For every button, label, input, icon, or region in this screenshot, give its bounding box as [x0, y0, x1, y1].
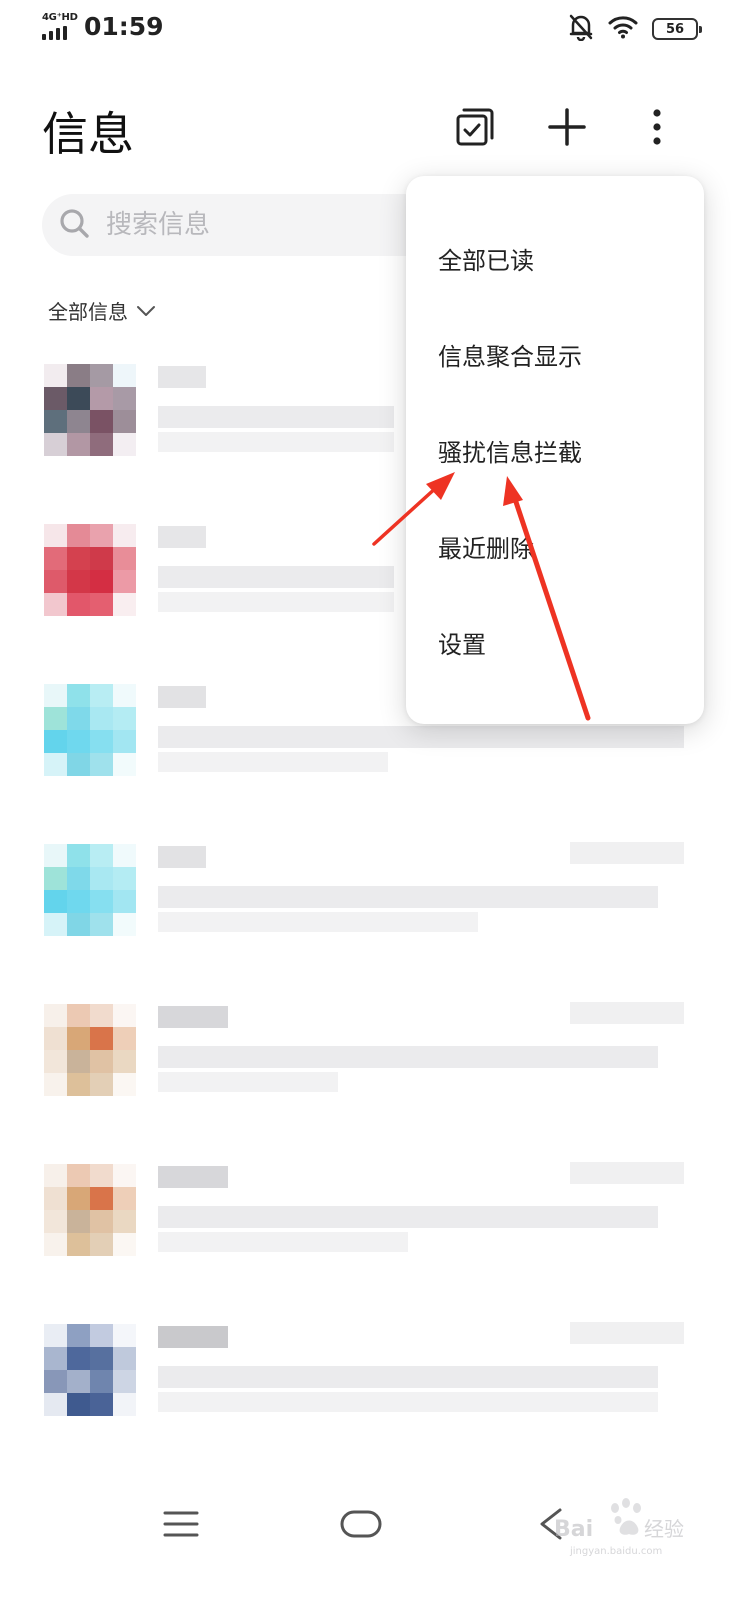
svg-text:经验: 经验: [644, 1517, 684, 1541]
network-type: 4G⁺HD: [42, 12, 78, 23]
overflow-menu: 全部已读 信息聚合显示 骚扰信息拦截 最近删除 设置: [406, 176, 704, 724]
home-button[interactable]: [326, 1498, 396, 1554]
menu-item-settings[interactable]: 设置: [406, 602, 704, 682]
more-options-button[interactable]: [634, 106, 680, 152]
menu-item-label: 设置: [438, 630, 486, 659]
menu-item-recently-deleted[interactable]: 最近删除: [406, 506, 704, 586]
search-icon: [58, 207, 92, 241]
conversation-item[interactable]: [0, 1316, 738, 1446]
conversation-item[interactable]: [0, 1156, 738, 1286]
page-title: 信息: [42, 107, 134, 161]
new-message-button[interactable]: [544, 106, 590, 152]
more-vertical-icon: [651, 107, 663, 151]
menu-item-label: 骚扰信息拦截: [438, 438, 582, 467]
menu-icon: [161, 1509, 201, 1543]
wifi-icon: [608, 15, 638, 43]
avatar: [44, 684, 136, 776]
baidu-logo: Bai 经验 jingyan.baidu.com: [554, 1498, 684, 1557]
menu-item-aggregate-display[interactable]: 信息聚合显示: [406, 314, 704, 394]
conversation-item[interactable]: [0, 996, 738, 1126]
menu-item-mark-all-read[interactable]: 全部已读: [406, 218, 704, 298]
chevron-down-icon: [136, 299, 156, 323]
avatar: [44, 844, 136, 936]
avatar: [44, 364, 136, 456]
baidu-watermark: Bai 经验 jingyan.baidu.com: [548, 1490, 698, 1560]
avatar: [44, 1324, 136, 1416]
avatar: [44, 524, 136, 616]
menu-item-label: 信息聚合显示: [438, 342, 582, 371]
plus-icon: [547, 107, 587, 151]
recent-apps-button[interactable]: [146, 1498, 216, 1554]
avatar: [44, 1004, 136, 1096]
battery-icon: 56: [652, 18, 702, 40]
filter-label: 全部信息: [48, 300, 128, 324]
menu-item-label: 最近删除: [438, 534, 534, 563]
bell-muted-icon: [568, 13, 594, 45]
status-bar: 4G⁺HD 01:59 56: [0, 0, 738, 56]
menu-item-label: 全部已读: [438, 246, 534, 275]
multi-select-button[interactable]: [452, 106, 498, 152]
home-icon: [339, 1509, 383, 1543]
status-time: 01:59: [84, 12, 164, 41]
multi-select-icon: [455, 107, 495, 151]
signal-icon: 4G⁺HD: [42, 12, 78, 40]
menu-item-spam-blocking[interactable]: 骚扰信息拦截: [406, 410, 704, 490]
conversation-item[interactable]: [0, 836, 738, 966]
watermark-subtext: jingyan.baidu.com: [569, 1546, 662, 1557]
avatar: [44, 1164, 136, 1256]
filter-dropdown[interactable]: 全部信息: [48, 296, 156, 325]
svg-text:Bai: Bai: [554, 1517, 593, 1542]
battery-level: 56: [665, 21, 685, 37]
